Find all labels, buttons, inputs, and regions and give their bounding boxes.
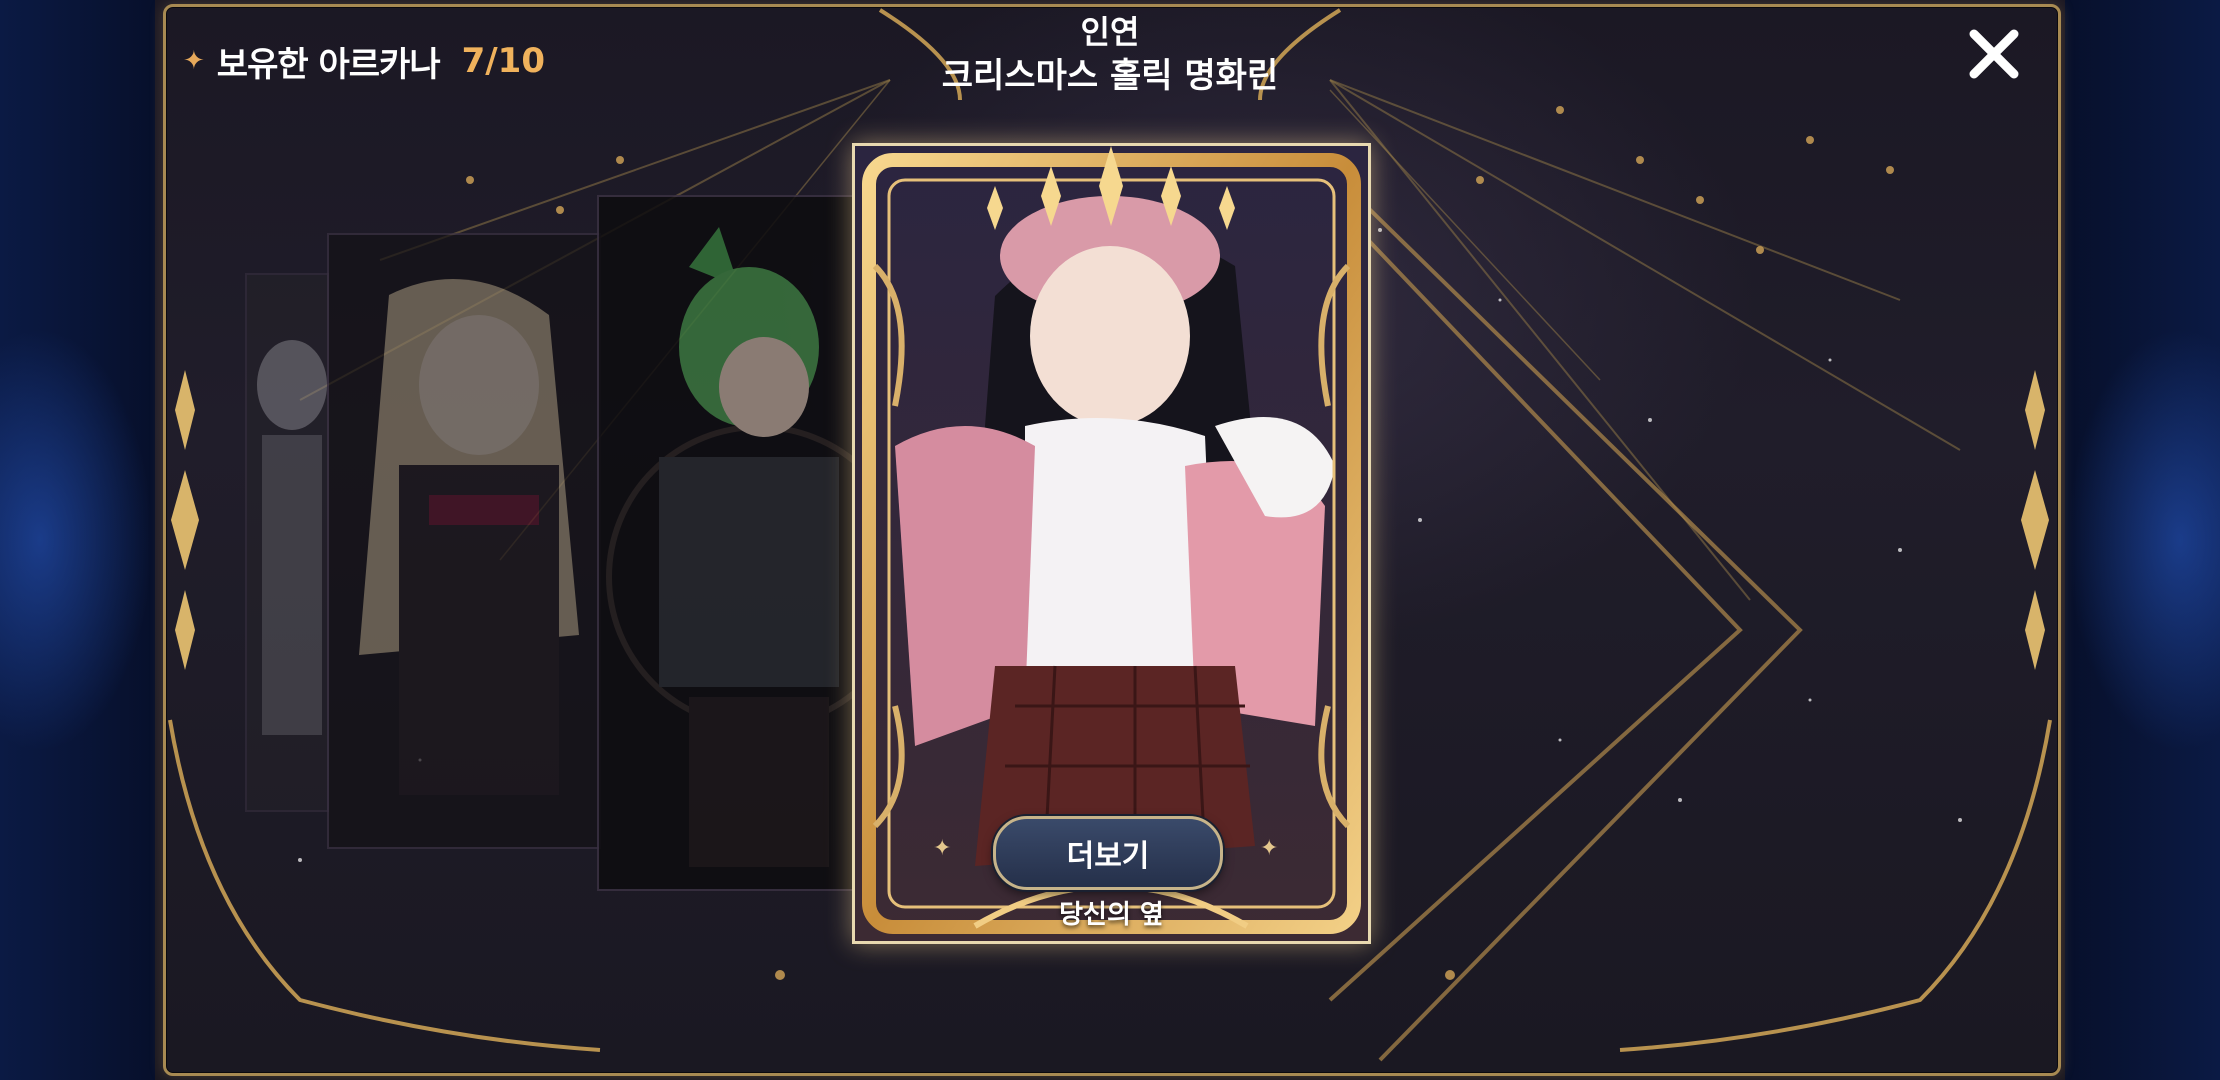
owned-arcana-header: ✦ 보유한 아르카나 7/10 (183, 36, 545, 86)
owned-arcana-count: 7/10 (461, 41, 545, 81)
star-icon: ✦ (183, 46, 205, 76)
arcana-card-back-1[interactable] (245, 273, 329, 812)
arcana-screen: ✦ 보유한 아르카나 7/10 인연 크리스마스 홀릭 명화린 당신의 옆 ✦ … (0, 0, 2220, 1080)
more-button[interactable]: 더보기 (993, 816, 1223, 890)
close-button[interactable] (1962, 22, 2026, 86)
right-ornament (2021, 370, 2049, 670)
card-dim-overlay (329, 235, 599, 847)
sparkle-icon: ✦ (1260, 836, 1279, 861)
card-dim-overlay (599, 197, 869, 889)
card-title-block: 인연 크리스마스 홀릭 명화린 (880, 10, 1340, 98)
card-name: 크리스마스 홀릭 명화린 (941, 56, 1279, 96)
card-category: 인연 (1080, 13, 1140, 51)
card-dim-overlay (247, 275, 327, 810)
left-ornament (171, 370, 199, 670)
owned-arcana-label: 보유한 아르카나 (216, 44, 441, 85)
sparkle-icon: ✦ (933, 836, 952, 861)
arcana-card-back-2[interactable] (327, 233, 601, 849)
card-caption: 당신의 옆 (1059, 900, 1164, 930)
close-icon (1969, 29, 2019, 79)
arcana-card-back-3[interactable] (597, 195, 871, 891)
